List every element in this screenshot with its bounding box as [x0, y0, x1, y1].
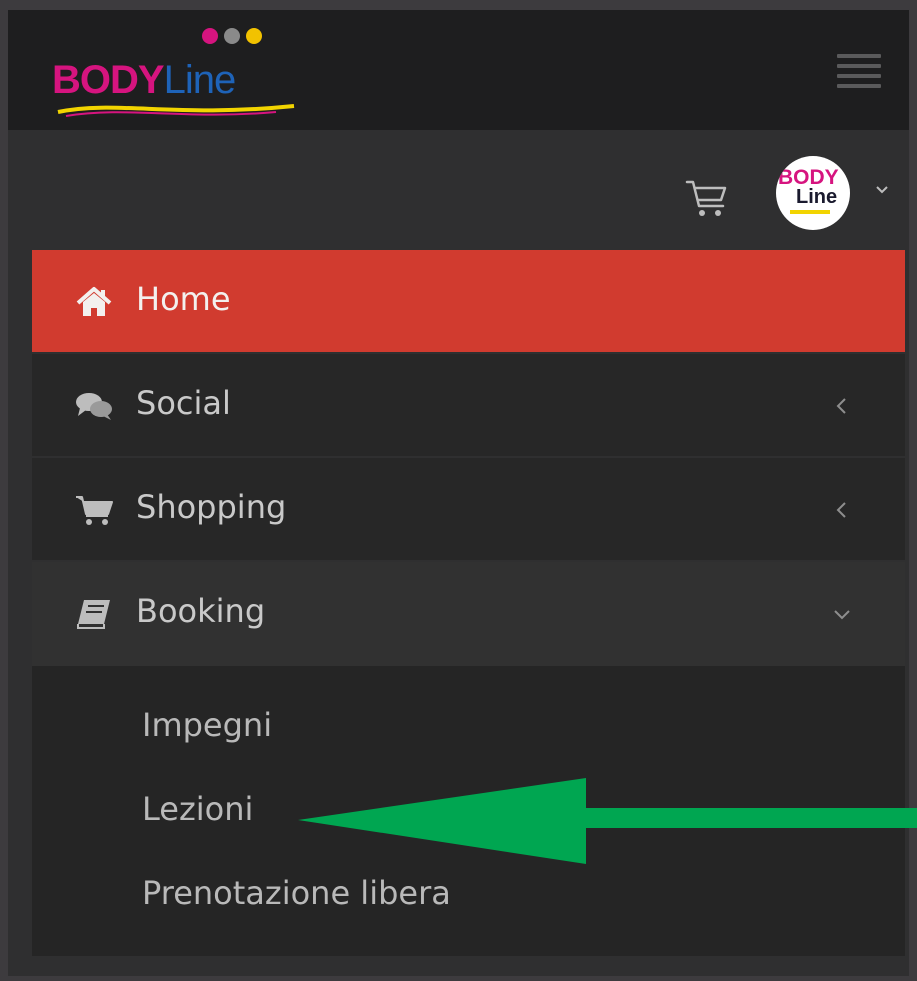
avatar[interactable]: BODY Line — [776, 156, 850, 230]
book-icon — [77, 600, 110, 629]
logo-text-line: Line — [163, 58, 237, 102]
logo-dot-grey — [224, 28, 240, 44]
home-icon — [76, 287, 112, 316]
user-bar: BODY Line — [8, 130, 909, 250]
submenu-item-label: Prenotazione libera — [142, 874, 451, 912]
avatar-logo-bar — [790, 210, 830, 214]
top-navbar: BODYLine — [8, 10, 909, 130]
chevron-left-icon — [836, 398, 846, 414]
avatar-logo: BODY Line — [778, 167, 839, 208]
sidebar-item-social[interactable]: Social — [32, 354, 905, 458]
logo-swoosh — [57, 104, 295, 117]
chevron-down-icon — [834, 610, 850, 620]
cart-icon — [76, 496, 113, 525]
avatar-text-line2: Line — [796, 185, 838, 208]
logo-wordmark: BODYLine — [52, 58, 237, 102]
submenu-item-prenotazione-libera[interactable]: Prenotazione libera — [32, 856, 905, 940]
annotation-arrow — [298, 778, 917, 864]
chevron-left-icon — [836, 502, 846, 518]
sidebar-item-label: Booking — [136, 592, 266, 630]
sidebar-item-label: Shopping — [136, 488, 287, 526]
screenshot-frame: BODYLine BODY Line Home Social Shopping … — [0, 0, 917, 981]
logo-dots — [202, 28, 262, 44]
logo-dot-pink — [202, 28, 218, 44]
bodyline-logo[interactable]: BODYLine — [52, 22, 302, 122]
comments-icon — [76, 393, 112, 420]
submenu-item-impegni[interactable]: Impegni — [32, 688, 905, 772]
submenu-item-label: Impegni — [142, 706, 273, 744]
sidebar-item-label: Social — [136, 384, 231, 422]
logo-text-body: BODY — [52, 58, 165, 102]
hamburger-icon[interactable] — [837, 54, 881, 90]
sidebar-item-label: Home — [136, 280, 231, 318]
submenu-item-label: Lezioni — [142, 790, 254, 828]
sidebar-item-booking[interactable]: Booking — [32, 562, 905, 666]
sidebar-item-shopping[interactable]: Shopping — [32, 458, 905, 562]
chevron-down-icon[interactable] — [874, 182, 890, 198]
sidebar-item-home[interactable]: Home — [32, 250, 905, 354]
logo-dot-yellow — [246, 28, 262, 44]
cart-icon[interactable] — [683, 174, 731, 222]
